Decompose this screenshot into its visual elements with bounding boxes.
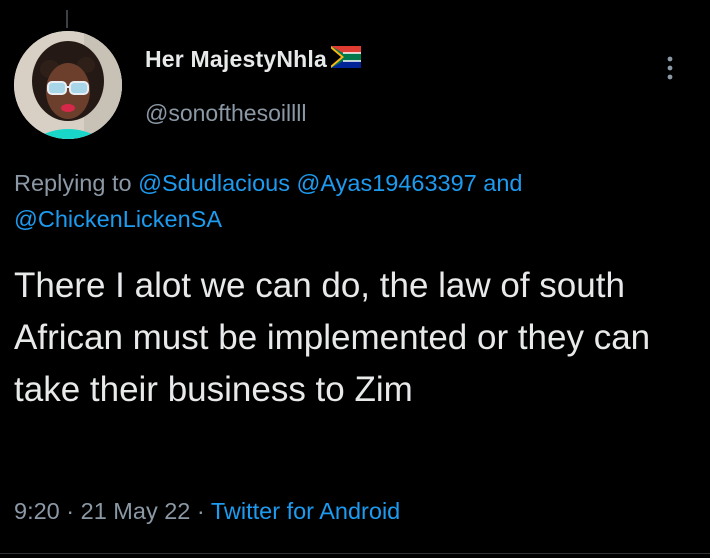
mention-link[interactable]: @Ayas19463397 — [297, 170, 477, 196]
mention-link[interactable]: @ChickenLickenSA — [14, 206, 222, 232]
replying-to-prefix: Replying to — [14, 170, 132, 196]
author-display-name[interactable]: Her MajestyNhla — [145, 46, 327, 73]
tweet-text: There I alot we can do, the law of south… — [14, 266, 651, 409]
avatar[interactable] — [14, 31, 122, 139]
author-handle[interactable]: @sonofthesoillll — [145, 100, 306, 127]
mention-conjunction: and — [483, 170, 523, 196]
meta-separator: · — [196, 498, 205, 524]
tweet-header: Her MajestyNhla — [145, 46, 361, 73]
tweet-source-link[interactable]: Twitter for Android — [211, 498, 400, 524]
mention-link[interactable]: @Sdudlacious — [138, 170, 290, 196]
avatar-image — [14, 31, 122, 139]
replying-to-line: Replying to @Sdudlacious @Ayas19463397 a… — [14, 165, 694, 237]
tweet-meta: 9:20 · 21 May 22 · Twitter for Android — [14, 498, 400, 525]
thread-connector-line — [66, 10, 68, 28]
more-options-icon[interactable] — [658, 54, 682, 82]
tweet-date[interactable]: 21 May 22 — [81, 498, 191, 524]
bottom-divider — [0, 553, 710, 554]
tweet-time[interactable]: 9:20 — [14, 498, 60, 524]
south-africa-flag-icon — [330, 46, 361, 73]
meta-separator: · — [66, 498, 75, 524]
